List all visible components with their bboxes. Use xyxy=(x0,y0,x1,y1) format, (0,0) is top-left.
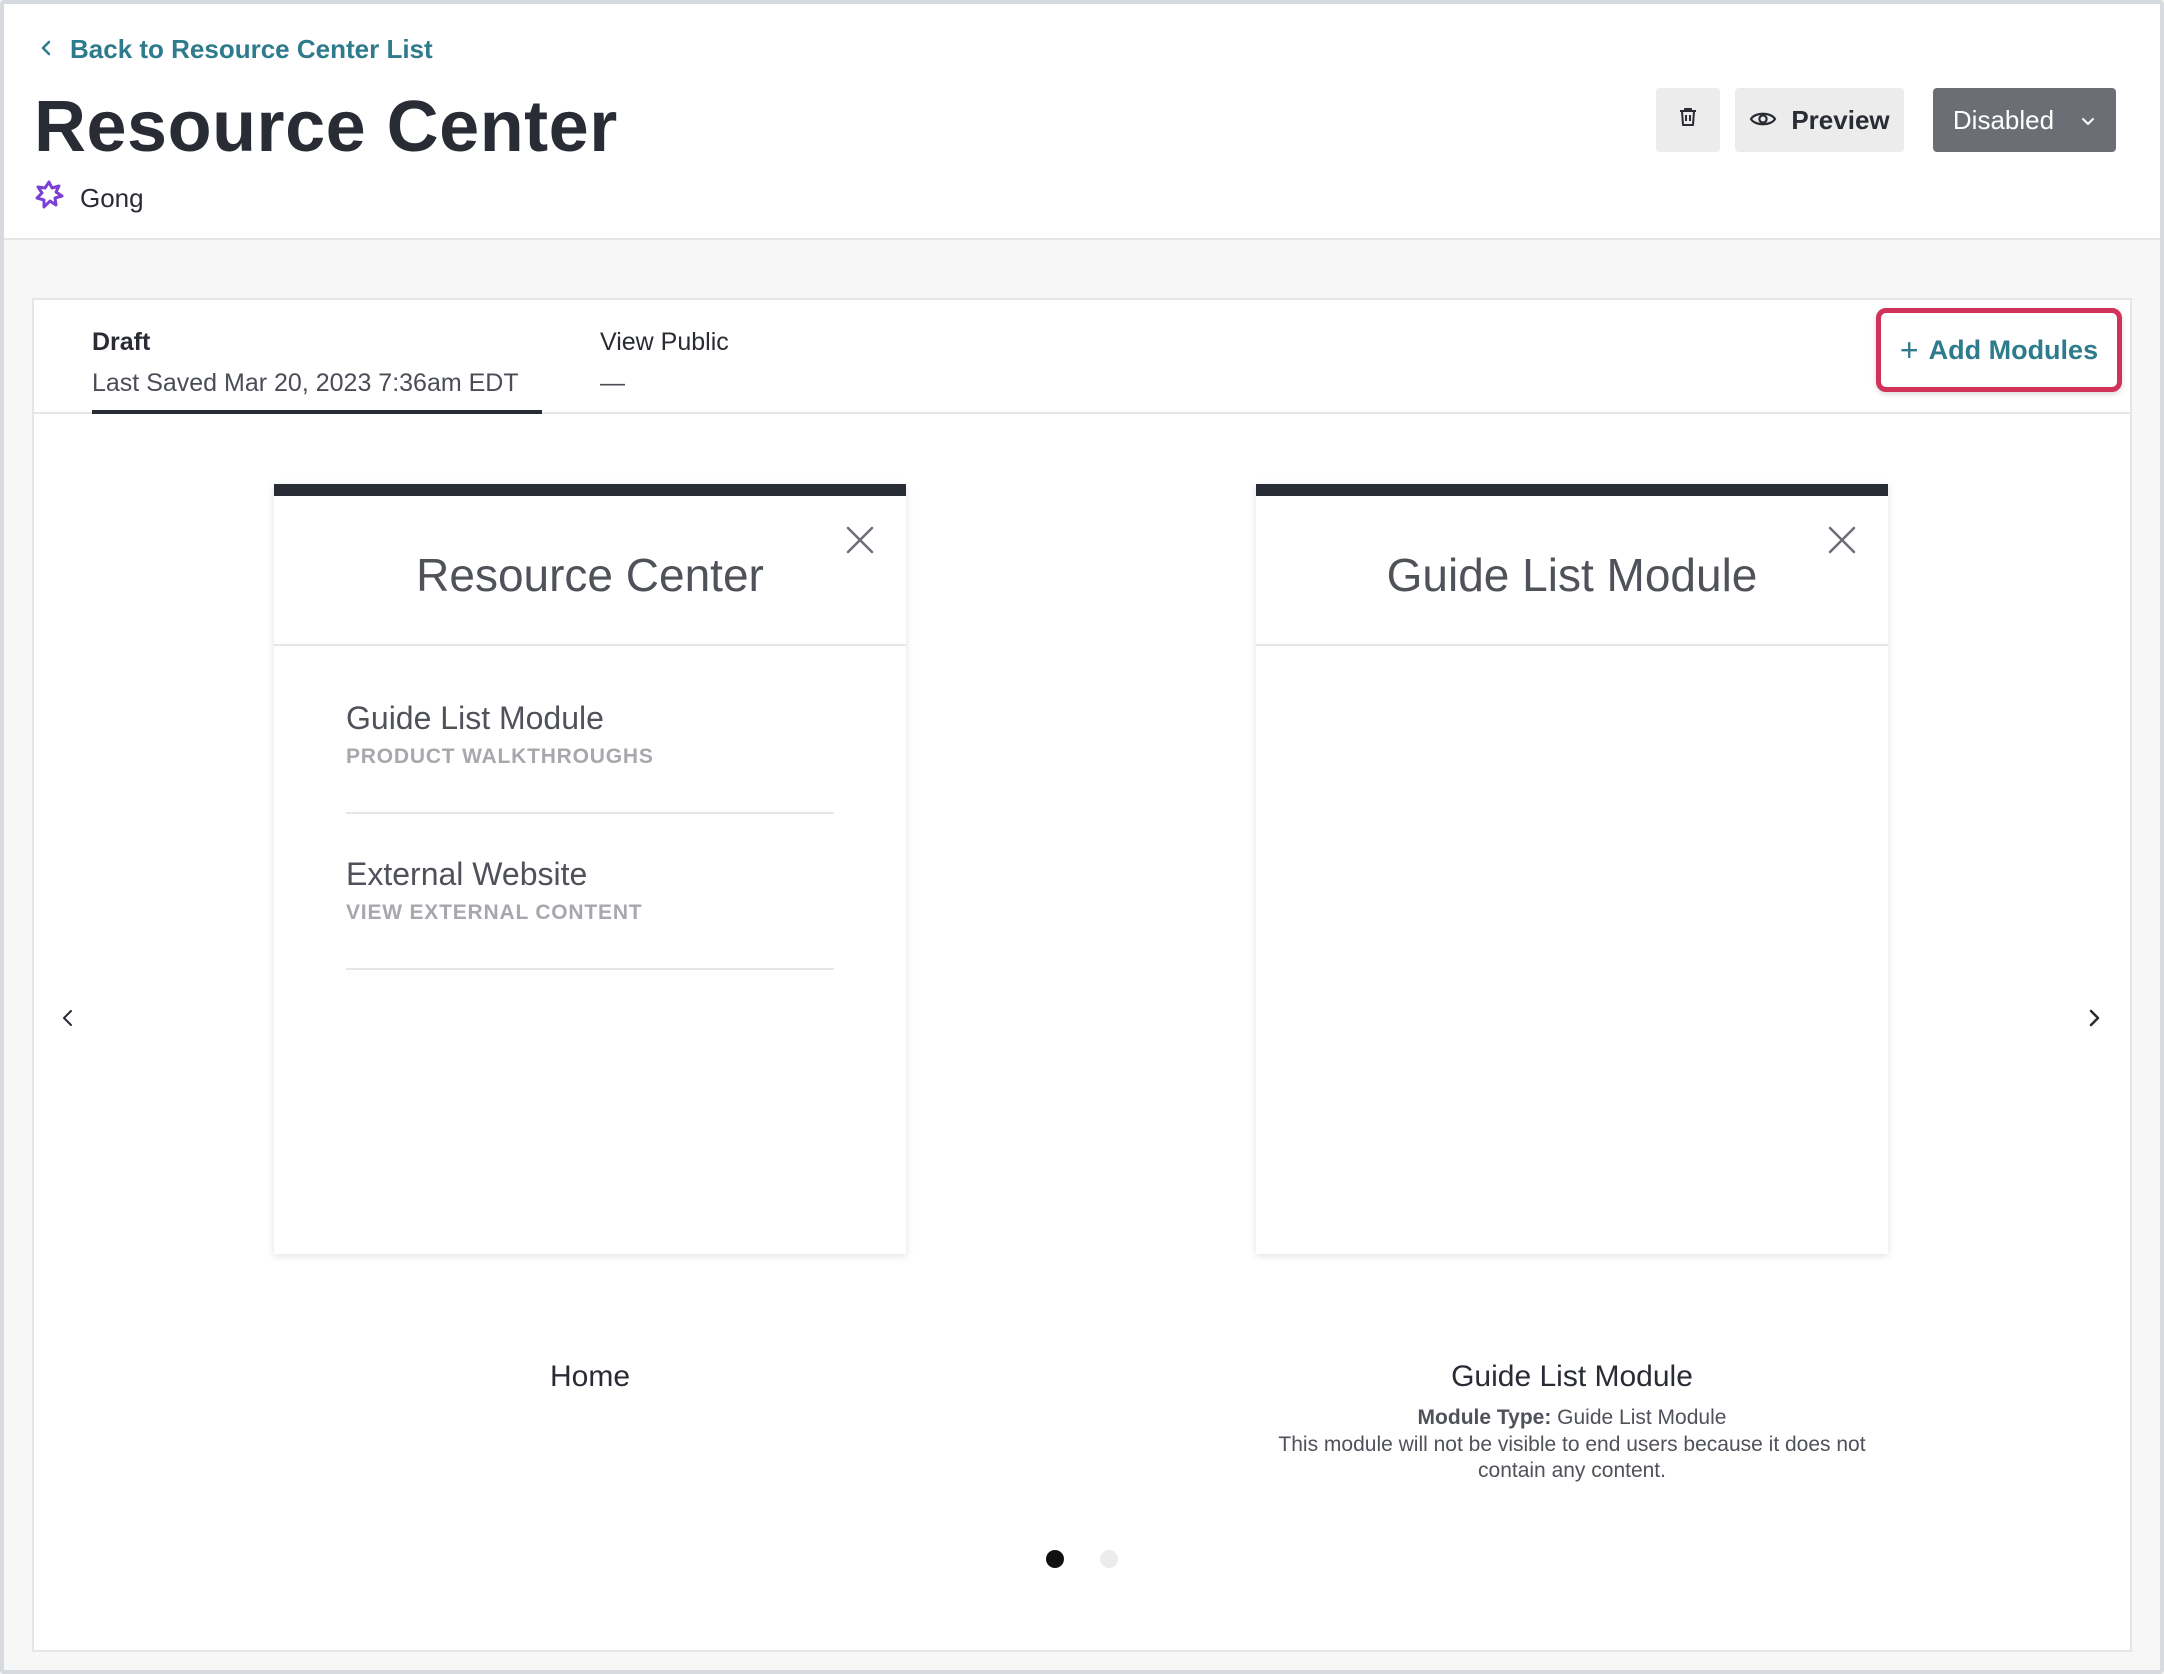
carousel-prev-button[interactable] xyxy=(48,1000,88,1040)
app-name: Gong xyxy=(80,183,144,213)
panel-title: Guide List Module xyxy=(1386,549,1758,601)
back-link-label: Back to Resource Center List xyxy=(70,34,433,64)
module-visibility-note: This module will not be visible to end u… xyxy=(1278,1433,1866,1482)
page-title: Resource Center xyxy=(34,87,618,167)
plus-icon: + xyxy=(1899,331,1919,368)
trash-icon xyxy=(1676,105,1700,136)
back-link[interactable]: Back to Resource Center List xyxy=(36,34,433,65)
tab-draft-last-saved: Last Saved Mar 20, 2023 7:36am EDT xyxy=(92,369,519,397)
module-subtitle: VIEW EXTERNAL CONTENT xyxy=(346,901,643,924)
eye-icon xyxy=(1749,105,1777,136)
pagination-dot[interactable] xyxy=(1046,1550,1064,1568)
status-dropdown[interactable]: Disabled xyxy=(1933,88,2116,152)
app-frame: Back to Resource Center List Resource Ce… xyxy=(0,0,2164,1674)
caption-title: Guide List Module xyxy=(1451,1360,1693,1393)
module-type-label: Module Type: xyxy=(1417,1406,1552,1429)
close-icon[interactable] xyxy=(1824,522,1860,558)
home-caption: Home xyxy=(274,1360,906,1394)
module-type-value: Guide List Module xyxy=(1557,1406,1727,1429)
chevron-down-icon xyxy=(2080,105,2096,136)
module-name: Guide List Module xyxy=(346,700,604,736)
tab-draft[interactable]: Draft Last Saved Mar 20, 2023 7:36am EDT xyxy=(92,328,542,414)
panel-header: Guide List Module xyxy=(1256,496,1888,646)
add-modules-label: Add Modules xyxy=(1928,334,2099,365)
chevron-left-icon xyxy=(57,1007,79,1034)
guide-list-preview-panel[interactable]: Guide List Module xyxy=(1256,484,1888,1254)
delete-button[interactable] xyxy=(1656,88,1720,152)
close-icon[interactable] xyxy=(842,522,878,558)
preview-label: Preview xyxy=(1791,104,1890,135)
version-tabs: Draft Last Saved Mar 20, 2023 7:36am EDT… xyxy=(34,300,2130,414)
module-list-item[interactable]: External Website VIEW EXTERNAL CONTENT xyxy=(346,814,834,970)
module-list-item[interactable]: Guide List Module PRODUCT WALKTHROUGHS xyxy=(346,658,834,814)
resource-center-card: Draft Last Saved Mar 20, 2023 7:36am EDT… xyxy=(32,298,2132,1652)
panel-title: Resource Center xyxy=(416,549,764,601)
guide-caption: Guide List Module Module Type: Guide Lis… xyxy=(1256,1360,1888,1484)
preview-button[interactable]: Preview xyxy=(1735,88,1904,152)
tab-public-status: — xyxy=(600,369,625,397)
home-preview-panel[interactable]: Resource Center Guide List Module PRODUC… xyxy=(274,484,906,1254)
status-label: Disabled xyxy=(1952,104,2055,135)
pagination-dot[interactable] xyxy=(1100,1550,1118,1568)
module-type: Module Type: Guide List Module xyxy=(1256,1406,1888,1430)
add-modules-button[interactable]: + Add Modules xyxy=(1876,308,2122,392)
app-badge-icon xyxy=(34,180,64,217)
tab-public-title: View Public xyxy=(600,328,729,356)
module-subtitle: PRODUCT WALKTHROUGHS xyxy=(346,745,654,768)
carousel-pagination xyxy=(1046,1550,1118,1568)
carousel-next-button[interactable] xyxy=(2074,1000,2114,1040)
tab-draft-title: Draft xyxy=(92,328,151,356)
app-indicator: Gong xyxy=(34,180,144,217)
chevron-left-icon xyxy=(36,34,56,65)
caption-title: Home xyxy=(549,1360,631,1393)
chevron-right-icon xyxy=(2083,1007,2105,1034)
panel-header: Resource Center xyxy=(274,496,906,646)
page-header: Back to Resource Center List Resource Ce… xyxy=(4,4,2160,240)
tab-view-public[interactable]: View Public — xyxy=(600,328,729,398)
module-name: External Website xyxy=(346,856,588,892)
